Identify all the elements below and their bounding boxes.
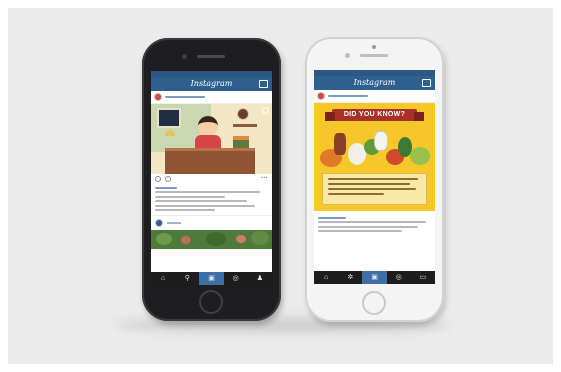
home-icon: ⌂ bbox=[160, 275, 166, 282]
camera-icon: ▣ bbox=[371, 274, 378, 281]
tab-explore[interactable]: ✲ bbox=[338, 271, 362, 284]
milk-bottle-shape bbox=[374, 131, 388, 151]
foliage-shape bbox=[206, 232, 226, 246]
likes-count[interactable] bbox=[318, 216, 346, 219]
books-shape bbox=[233, 136, 249, 148]
activity-icon: ◎ bbox=[395, 274, 402, 281]
birdhouse-shape bbox=[334, 133, 346, 155]
fact-text-box bbox=[322, 173, 427, 205]
profile-icon: ♟ bbox=[256, 275, 264, 282]
tab-profile[interactable]: ♟ bbox=[248, 272, 272, 285]
front-camera bbox=[345, 53, 350, 58]
avatar[interactable] bbox=[155, 219, 163, 227]
home-button[interactable] bbox=[362, 291, 386, 315]
caption-line bbox=[155, 195, 225, 198]
explore-icon: ✲ bbox=[347, 274, 354, 281]
fact-line bbox=[328, 193, 384, 195]
post-caption bbox=[151, 186, 272, 211]
right-phone-screen: Instagram DID YOU KNOW? ⌂ ✲ ▣ ◎ ▭ bbox=[314, 70, 435, 284]
tab-home[interactable]: ⌂ bbox=[314, 271, 338, 284]
tab-search[interactable]: ⚲ bbox=[175, 272, 199, 285]
front-camera bbox=[182, 54, 187, 59]
next-post-image[interactable] bbox=[151, 230, 272, 249]
foliage-shape bbox=[156, 233, 172, 245]
home-button[interactable] bbox=[199, 290, 223, 314]
clock-shape bbox=[237, 108, 249, 120]
lamp-shape bbox=[165, 130, 175, 136]
flower-shape bbox=[181, 236, 191, 244]
tab-activity[interactable]: ◎ bbox=[387, 271, 411, 284]
caption-line bbox=[318, 221, 426, 223]
earpiece-speaker bbox=[197, 55, 225, 58]
banner-title: DID YOU KNOW? bbox=[343, 111, 406, 118]
fact-line bbox=[328, 188, 416, 190]
inbox-icon[interactable] bbox=[259, 80, 268, 88]
instagram-logo: Instagram bbox=[190, 79, 233, 88]
caption-line bbox=[155, 204, 255, 207]
more-options-icon[interactable]: ••• bbox=[261, 175, 268, 181]
post-header[interactable] bbox=[151, 91, 272, 104]
foliage-shape bbox=[251, 231, 269, 245]
inbox-icon[interactable] bbox=[422, 79, 431, 87]
username-text[interactable] bbox=[165, 96, 205, 98]
post-caption bbox=[314, 211, 435, 232]
shelf-shape bbox=[233, 124, 257, 127]
desk-shape bbox=[165, 148, 255, 174]
app-header: Instagram bbox=[314, 76, 435, 90]
username-text[interactable] bbox=[167, 222, 181, 224]
tab-camera[interactable]: ▣ bbox=[362, 271, 387, 284]
window-shape bbox=[157, 108, 181, 128]
likes-count[interactable] bbox=[155, 186, 177, 189]
flower-shape bbox=[236, 235, 246, 243]
caption-line bbox=[318, 225, 418, 228]
next-post-header[interactable] bbox=[151, 215, 272, 230]
comment-icon[interactable] bbox=[165, 176, 171, 182]
tab-inbox[interactable]: ▭ bbox=[411, 271, 435, 284]
caption-line bbox=[155, 209, 215, 211]
bottom-tab-bar: ⌂ ✲ ▣ ◎ ▭ bbox=[314, 271, 435, 284]
earpiece-speaker bbox=[360, 54, 388, 57]
like-icon[interactable] bbox=[155, 176, 161, 182]
activity-icon: ◎ bbox=[232, 275, 239, 282]
avatar[interactable] bbox=[154, 93, 162, 101]
caption-line bbox=[155, 200, 247, 202]
proximity-sensor bbox=[372, 45, 376, 49]
black-phone: Instagram ••• ⌂ ⚲ ▣ ◎ ♟ bbox=[142, 38, 281, 321]
search-icon: ⚲ bbox=[184, 275, 190, 282]
desk-edge bbox=[165, 148, 255, 151]
character-head bbox=[198, 116, 218, 136]
tab-activity[interactable]: ◎ bbox=[224, 272, 248, 285]
white-phone: Instagram DID YOU KNOW? ⌂ ✲ ▣ ◎ ▭ bbox=[305, 37, 444, 322]
post-image-infographic[interactable]: DID YOU KNOW? bbox=[314, 103, 435, 211]
camera-icon: ▣ bbox=[208, 275, 215, 282]
did-you-know-banner: DID YOU KNOW? bbox=[325, 109, 424, 121]
caption-line bbox=[318, 230, 402, 232]
post-header[interactable] bbox=[314, 90, 435, 103]
inbox-icon: ▭ bbox=[419, 274, 427, 281]
home-icon: ⌂ bbox=[323, 274, 329, 281]
caption-line bbox=[155, 191, 260, 193]
apple-shape bbox=[410, 147, 430, 165]
left-phone-screen: Instagram ••• ⌂ ⚲ ▣ ◎ ♟ bbox=[151, 71, 272, 285]
tab-camera[interactable]: ▣ bbox=[199, 272, 224, 285]
bottom-tab-bar: ⌂ ⚲ ▣ ◎ ♟ bbox=[151, 272, 272, 285]
post-image-illustration[interactable] bbox=[151, 104, 272, 174]
post-actions: ••• bbox=[151, 174, 272, 184]
character-body bbox=[195, 135, 221, 149]
fact-line bbox=[328, 183, 410, 185]
app-header: Instagram bbox=[151, 77, 272, 91]
username-text[interactable] bbox=[328, 95, 368, 97]
tab-home[interactable]: ⌂ bbox=[151, 272, 175, 285]
instagram-logo: Instagram bbox=[353, 78, 396, 87]
post-badge-icon bbox=[262, 107, 269, 114]
fact-line bbox=[328, 178, 418, 180]
avatar[interactable] bbox=[317, 92, 325, 100]
